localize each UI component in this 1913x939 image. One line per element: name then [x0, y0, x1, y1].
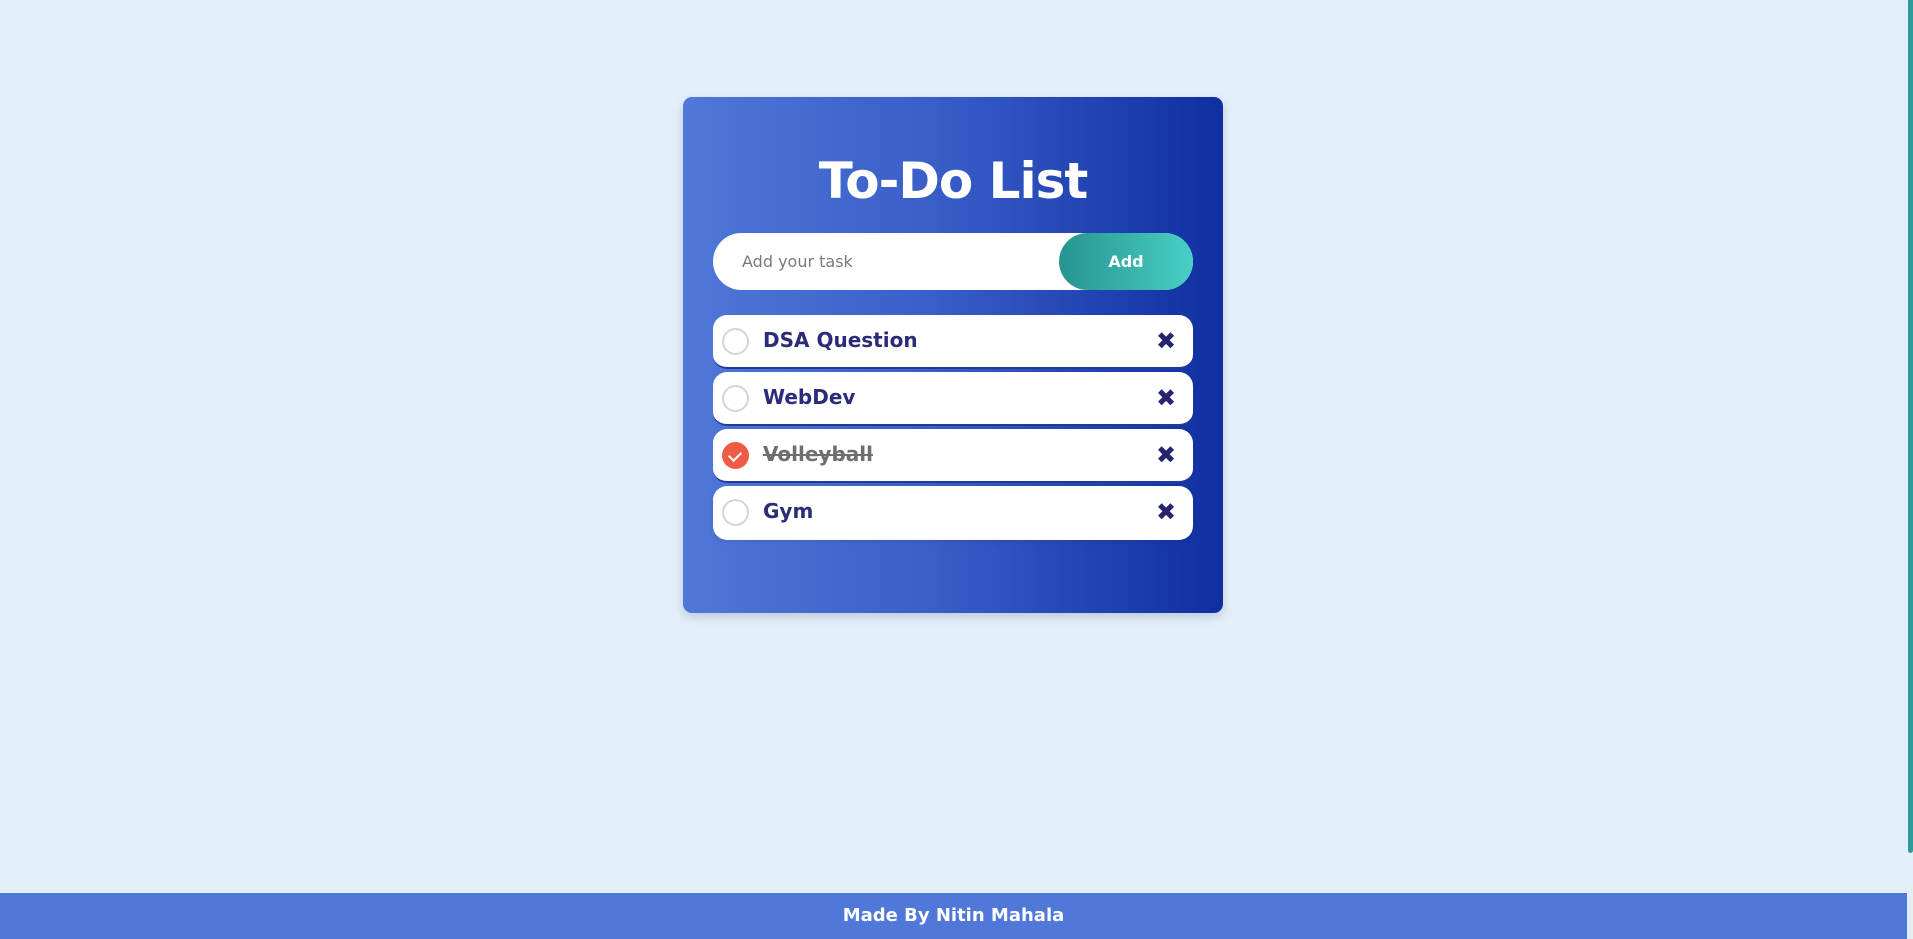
task-label: Volleyball [763, 442, 873, 466]
task-item[interactable]: Gym ✖ [713, 486, 1193, 540]
close-icon[interactable]: ✖ [1151, 326, 1181, 356]
add-button[interactable]: Add [1059, 233, 1193, 290]
todo-card: To-Do List Add DSA Question ✖ WebDev ✖ V… [683, 97, 1223, 613]
task-item[interactable]: Volleyball ✖ [713, 429, 1193, 483]
task-label: DSA Question [763, 328, 918, 352]
footer: Made By Nitin Mahala [0, 893, 1907, 939]
task-checkbox[interactable] [722, 385, 749, 412]
close-icon[interactable]: ✖ [1151, 497, 1181, 527]
task-list: DSA Question ✖ WebDev ✖ Volleyball ✖ Gym… [713, 315, 1193, 543]
page-title: To-Do List [818, 152, 1089, 210]
close-icon[interactable]: ✖ [1151, 383, 1181, 413]
task-label: WebDev [763, 385, 856, 409]
close-icon[interactable]: ✖ [1151, 440, 1181, 470]
task-input-row: Add [713, 233, 1193, 290]
task-checkbox-checked[interactable] [722, 442, 749, 469]
scrollbar-track[interactable] [1907, 0, 1913, 939]
task-checkbox[interactable] [722, 328, 749, 355]
task-input[interactable] [713, 233, 1063, 290]
task-checkbox[interactable] [722, 499, 749, 526]
task-item[interactable]: WebDev ✖ [713, 372, 1193, 426]
task-label: Gym [763, 499, 814, 523]
task-item[interactable]: DSA Question ✖ [713, 315, 1193, 369]
scrollbar-thumb[interactable] [1908, 0, 1913, 853]
